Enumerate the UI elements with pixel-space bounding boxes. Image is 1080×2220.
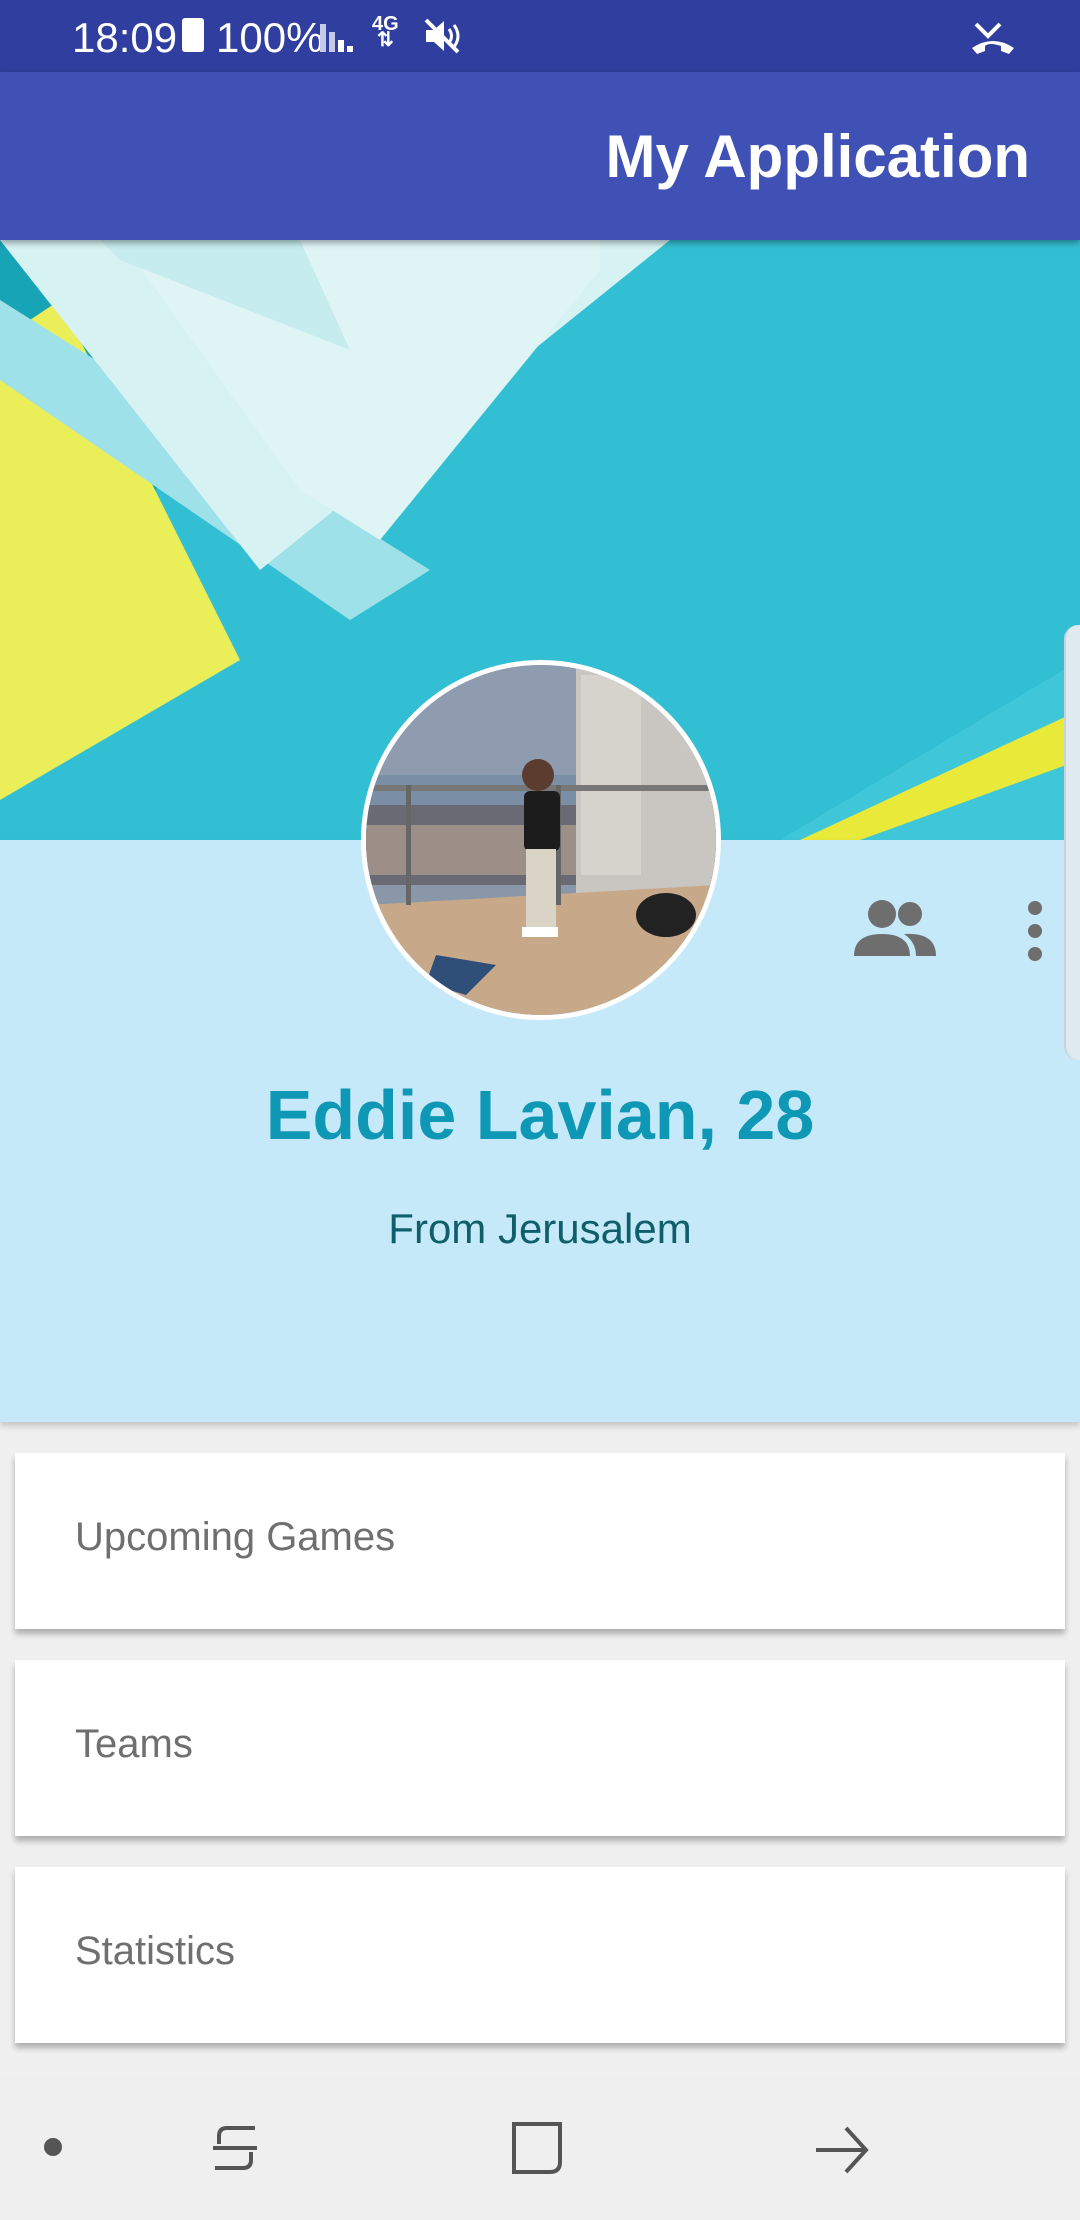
more-vert-icon[interactable] [1020,894,1050,968]
mute-icon [424,18,460,54]
battery-icon [182,18,204,52]
statistics-card[interactable]: Statistics [15,1867,1065,2043]
signal-icon [320,24,353,52]
profile-name: Eddie Lavian, 28 [265,1076,815,1154]
home-icon[interactable] [508,2118,568,2178]
dot-icon[interactable] [44,2138,62,2156]
profile-location: From Jerusalem [388,1205,692,1252]
back-icon[interactable] [812,2118,872,2178]
app-title: My Application [605,123,1030,190]
status-time: 18:09 [72,14,178,61]
statistics-label: Statistics [75,1929,236,1973]
upcoming-games-card[interactable]: Upcoming Games [15,1453,1065,1629]
avatar[interactable] [361,660,721,1020]
app-bar: My Application [0,72,1080,240]
battery-percentage: 100% [216,14,324,61]
friends-icon[interactable] [852,894,938,968]
network-type: 4G ⇅ [372,13,399,51]
teams-label: Teams [75,1722,193,1766]
upcoming-games-label: Upcoming Games [75,1515,396,1559]
edge-panel-handle[interactable] [1064,625,1080,1060]
teams-card[interactable]: Teams [15,1660,1065,1836]
avatar-photo [366,665,716,1015]
status-bar: 18:09 100% 4G ⇅ [0,0,1080,72]
missed-call-icon [972,22,1014,54]
recents-icon[interactable] [205,2120,265,2176]
